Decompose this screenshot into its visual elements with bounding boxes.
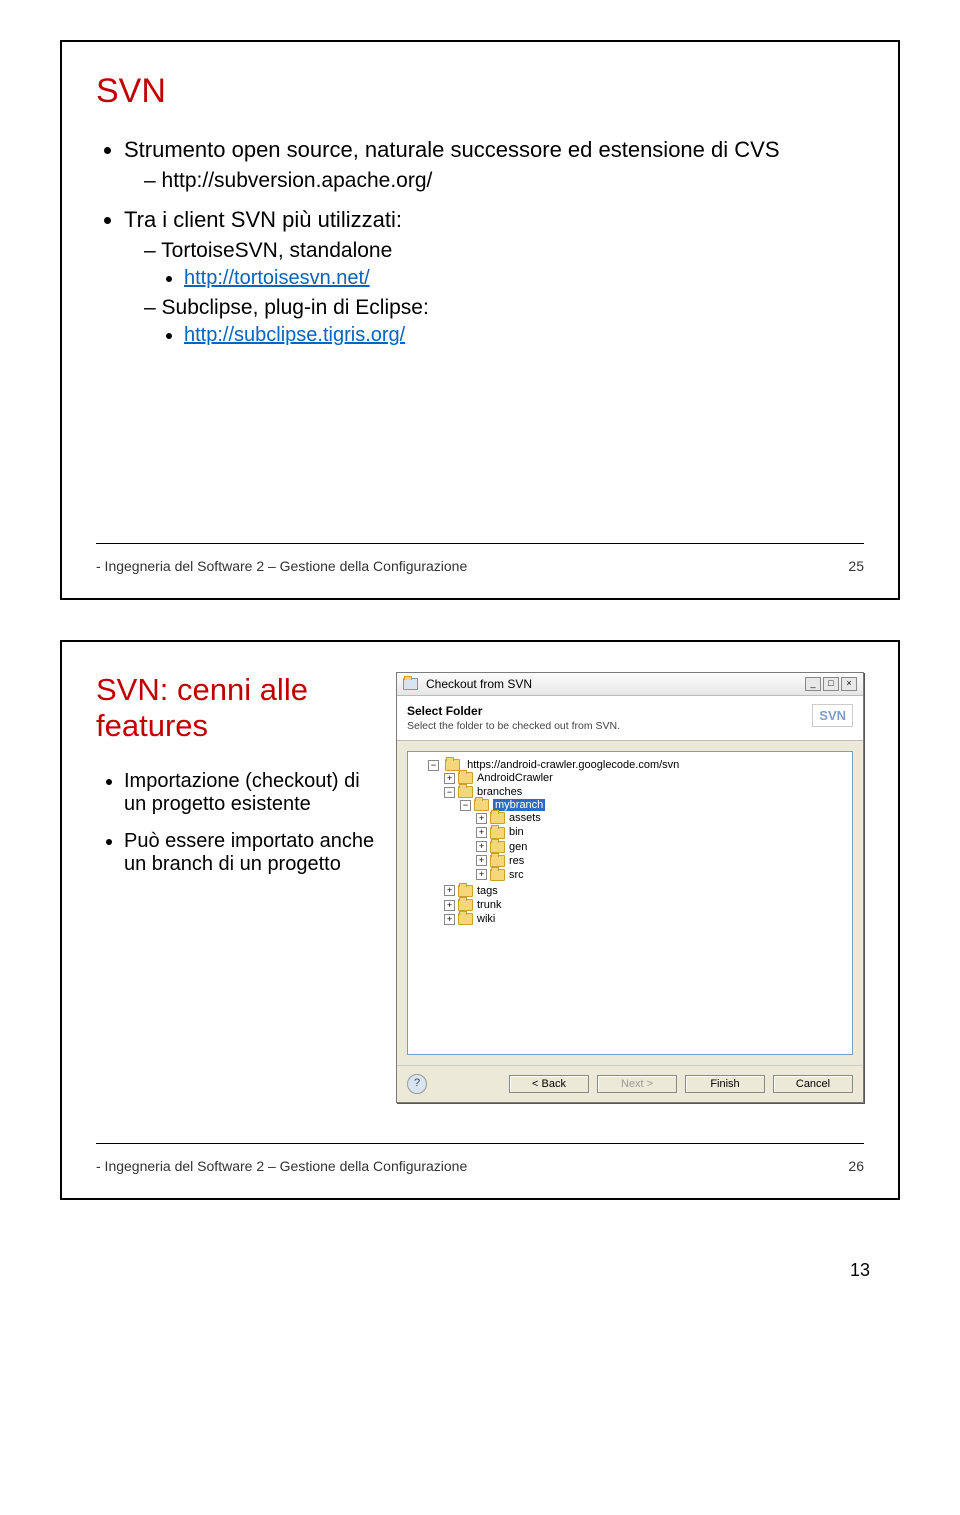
bullet-item: Può essere importato anche un branch di … — [124, 830, 386, 876]
tree-node[interactable]: +trunk — [444, 898, 848, 912]
folder-icon — [490, 869, 505, 881]
back-button[interactable]: < Back — [509, 1075, 589, 1093]
collapse-icon[interactable]: − — [428, 760, 439, 771]
expand-icon[interactable]: + — [444, 773, 455, 784]
tree-node[interactable]: +res — [476, 854, 848, 868]
footer-divider — [96, 1143, 864, 1144]
dialog-button-row: ? < Back Next > Finish Cancel — [397, 1065, 863, 1102]
expand-icon[interactable]: + — [444, 885, 455, 896]
sub-sub-bullet: http://tortoisesvn.net/ — [184, 267, 864, 290]
dialog-header: Select Folder Select the folder to be ch… — [397, 696, 863, 741]
footer-text: - Ingegneria del Software 2 – Gestione d… — [96, 558, 467, 574]
tree-node[interactable]: +gen — [476, 840, 848, 854]
expand-icon[interactable]: + — [444, 914, 455, 925]
slide-number: 26 — [848, 1158, 864, 1174]
tree-node[interactable]: +bin — [476, 825, 848, 839]
tree-node[interactable]: +wiki — [444, 912, 848, 926]
sub-bullet: TortoiseSVN, standalone http://tortoises… — [144, 239, 864, 290]
folder-icon — [445, 759, 460, 771]
folder-icon — [458, 885, 473, 897]
page-number: 13 — [60, 1240, 900, 1281]
expand-icon[interactable]: + — [444, 900, 455, 911]
dialog-heading: Select Folder — [407, 704, 482, 718]
folder-icon — [490, 812, 505, 824]
bullet-item: Importazione (checkout) di un progetto e… — [124, 770, 386, 816]
tree-root[interactable]: − https://android-crawler.googlecode.com… — [428, 758, 848, 927]
folder-icon — [490, 855, 505, 867]
next-button[interactable]: Next > — [597, 1075, 677, 1093]
sub-bullet: Subclipse, plug-in di Eclipse: http://su… — [144, 296, 864, 347]
dialog-subheading: Select the folder to be checked out from… — [407, 720, 620, 732]
tree-node[interactable]: −branches −mybranch +assets +bin +gen — [444, 785, 848, 884]
sub-sub-bullet: http://subclipse.tigris.org/ — [184, 324, 864, 347]
slide-title: SVN: cenni alle features — [96, 672, 386, 744]
slide-svn: SVN Strumento open source, naturale succ… — [60, 40, 900, 600]
expand-icon[interactable]: + — [476, 855, 487, 866]
folder-icon — [458, 899, 473, 911]
footer-divider — [96, 543, 864, 544]
sub-bullet: http://subversion.apache.org/ — [144, 169, 864, 193]
bullet-item: Tra i client SVN più utilizzati: Tortois… — [124, 207, 864, 347]
bullet-list: Strumento open source, naturale successo… — [96, 137, 864, 347]
collapse-icon[interactable]: − — [444, 787, 455, 798]
cancel-button[interactable]: Cancel — [773, 1075, 853, 1093]
bullet-item: Strumento open source, naturale successo… — [124, 137, 864, 193]
checkout-dialog: Checkout from SVN _ □ × Select Folder Se… — [396, 672, 864, 1103]
maximize-icon[interactable]: □ — [823, 677, 839, 691]
link-subclipse[interactable]: http://subclipse.tigris.org/ — [184, 324, 405, 346]
finish-button[interactable]: Finish — [685, 1075, 765, 1093]
folder-tree[interactable]: − https://android-crawler.googlecode.com… — [407, 751, 853, 1055]
bullet-list: Importazione (checkout) di un progetto e… — [96, 770, 386, 876]
expand-icon[interactable]: + — [476, 869, 487, 880]
expand-icon[interactable]: + — [476, 827, 487, 838]
folder-icon — [474, 799, 489, 811]
link-tortoise[interactable]: http://tortoisesvn.net/ — [184, 267, 370, 289]
minimize-icon[interactable]: _ — [805, 677, 821, 691]
slide-title: SVN — [96, 72, 864, 111]
expand-icon[interactable]: + — [476, 841, 487, 852]
link-subversion[interactable]: http://subversion.apache.org/ — [162, 169, 433, 192]
dialog-titlebar: Checkout from SVN _ □ × — [397, 673, 863, 696]
tree-node-selected[interactable]: −mybranch +assets +bin +gen +res — [460, 798, 848, 883]
slide-footer: - Ingegneria del Software 2 – Gestione d… — [96, 558, 864, 574]
dialog-title: Checkout from SVN — [426, 677, 532, 691]
folder-icon — [458, 913, 473, 925]
slide-svn-features: SVN: cenni alle features Importazione (c… — [60, 640, 900, 1200]
tree-root-label: https://android-crawler.googlecode.com/s… — [467, 759, 679, 771]
help-icon[interactable]: ? — [407, 1074, 427, 1094]
bullet-text: Tra i client SVN più utilizzati: — [124, 207, 402, 232]
footer-text: - Ingegneria del Software 2 – Gestione d… — [96, 1158, 467, 1174]
slide-number: 25 — [848, 558, 864, 574]
slide-footer: - Ingegneria del Software 2 – Gestione d… — [96, 1158, 864, 1174]
folder-icon — [458, 786, 473, 798]
tree-node[interactable]: +assets — [476, 811, 848, 825]
close-icon[interactable]: × — [841, 677, 857, 691]
tree-node[interactable]: +tags — [444, 884, 848, 898]
bullet-text: Strumento open source, naturale successo… — [124, 137, 780, 162]
svn-logo: SVN — [812, 704, 853, 727]
tree-node[interactable]: +src — [476, 868, 848, 882]
folder-icon — [490, 841, 505, 853]
collapse-icon[interactable]: − — [460, 800, 471, 811]
folder-icon — [458, 772, 473, 784]
tree-node[interactable]: +AndroidCrawler — [444, 771, 848, 785]
expand-icon[interactable]: + — [476, 813, 487, 824]
dialog-icon — [403, 678, 418, 690]
folder-icon — [490, 827, 505, 839]
